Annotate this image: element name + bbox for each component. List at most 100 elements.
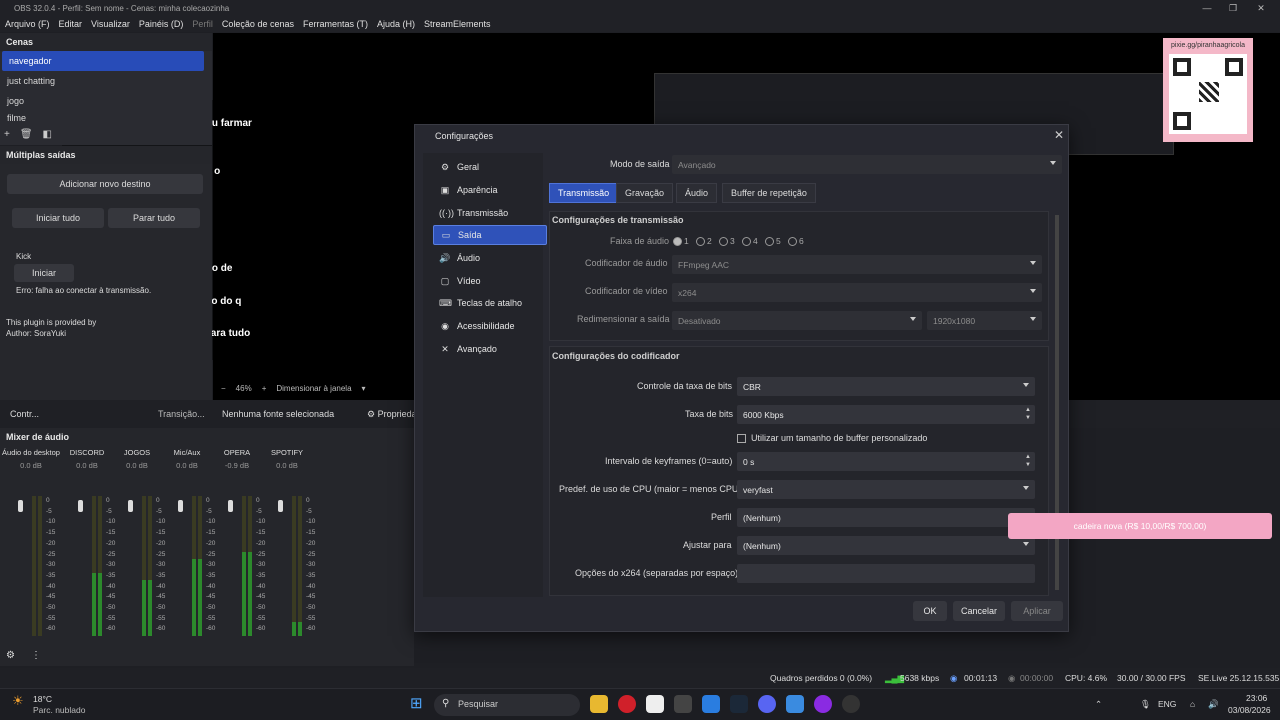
taskbar-search[interactable]: ⚲ Pesquisar xyxy=(434,694,580,716)
menu-streamelements[interactable]: StreamElements xyxy=(424,19,491,29)
tray-chevron-icon[interactable]: ⌃ xyxy=(1095,699,1102,710)
menu-help[interactable]: Ajuda (H) xyxy=(377,19,415,29)
rescale-select[interactable]: Desativado xyxy=(672,311,922,330)
volume-fader[interactable] xyxy=(78,500,83,512)
volume-fader[interactable] xyxy=(178,500,183,512)
clock-time[interactable]: 23:06 xyxy=(1246,693,1267,703)
x264-options-input[interactable] xyxy=(737,564,1035,583)
category-audio[interactable]: 🔊 Áudio xyxy=(433,248,547,268)
spinner-icon[interactable]: ▲ ▼ xyxy=(1025,406,1031,422)
notion-icon[interactable] xyxy=(646,695,664,713)
discord-icon[interactable] xyxy=(758,695,776,713)
close-icon[interactable]: ✕ xyxy=(1250,0,1272,16)
track-radio-6[interactable]: 6 xyxy=(788,236,804,246)
bitrate-input[interactable]: 6000 Kbps ▲ ▼ xyxy=(737,405,1035,424)
trash-icon[interactable]: 🗑 xyxy=(20,129,33,140)
category-hotkeys[interactable]: ⌨ Teclas de atalho xyxy=(433,293,547,313)
volume-fader[interactable] xyxy=(128,500,133,512)
cpu-preset-select[interactable]: veryfast xyxy=(737,480,1035,499)
start-all-button[interactable]: Iniciar tudo xyxy=(12,208,104,228)
start-kick-button[interactable]: Iniciar xyxy=(14,264,74,282)
chevron-down-icon[interactable]: ▾ xyxy=(362,384,366,393)
output-mode-select[interactable]: Avançado xyxy=(672,155,1062,174)
stop-all-button[interactable]: Parar tudo xyxy=(108,208,200,228)
tab-audio[interactable]: Áudio xyxy=(676,183,718,203)
transitions-tab[interactable]: Transição... xyxy=(158,409,205,419)
controls-tab[interactable]: Contr... xyxy=(10,409,39,419)
menu-docks[interactable]: Painéis (D) xyxy=(139,19,184,29)
more-options-icon[interactable]: ⋮ xyxy=(31,650,41,661)
add-destination-button[interactable]: Adicionar novo destino xyxy=(7,174,203,194)
minimize-icon[interactable]: — xyxy=(1196,0,1218,16)
track-radio-4[interactable]: 4 xyxy=(742,236,758,246)
rate-control-select[interactable]: CBR xyxy=(737,377,1035,396)
video-encoder-value: x264 xyxy=(678,287,697,298)
track-radio-1[interactable]: 1 xyxy=(673,236,689,246)
windows-start-icon[interactable]: ⊞ xyxy=(410,694,423,712)
language-indicator[interactable]: ENG xyxy=(1158,699,1176,709)
apply-button[interactable]: Aplicar xyxy=(1011,601,1063,621)
zoom-mode[interactable]: Dimensionar à janela xyxy=(276,384,351,393)
category-aparencia[interactable]: ▣ Aparência xyxy=(433,180,547,200)
scene-item-filme[interactable]: filme xyxy=(0,111,212,125)
video-encoder-select[interactable]: x264 xyxy=(672,283,1042,302)
filter-icon[interactable]: ◧ xyxy=(43,129,52,140)
track-radio-3[interactable]: 3 xyxy=(719,236,735,246)
steam-icon[interactable] xyxy=(730,695,748,713)
clock-date[interactable]: 03/08/2026 xyxy=(1228,705,1271,715)
category-video[interactable]: ▢ Vídeo xyxy=(433,271,547,291)
keyframe-input[interactable]: 0 s ▲ ▼ xyxy=(737,452,1035,471)
menu-edit[interactable]: Editar xyxy=(59,19,83,29)
audio-encoder-select[interactable]: FFmpeg AAC xyxy=(672,255,1042,274)
weather-desc[interactable]: Parc. nublado xyxy=(33,705,85,715)
obs-icon[interactable] xyxy=(842,695,860,713)
menu-profile[interactable]: Perfil xyxy=(192,19,213,29)
cancel-button[interactable]: Cancelar xyxy=(953,601,1005,621)
maximize-icon[interactable]: ❐ xyxy=(1222,0,1244,16)
category-accessibility[interactable]: ◉ Acessibilidade xyxy=(433,316,547,336)
menu-tools[interactable]: Ferramentas (T) xyxy=(303,19,368,29)
weather-temp[interactable]: 18°C xyxy=(33,694,52,704)
category-advanced[interactable]: ✕ Avançado xyxy=(433,339,547,359)
custom-buffer-checkbox[interactable]: Utilizar um tamanho de buffer personaliz… xyxy=(737,433,927,443)
add-icon[interactable]: + xyxy=(4,129,10,140)
tune-select[interactable]: (Nenhum) xyxy=(737,536,1035,555)
track-radio-2[interactable]: 2 xyxy=(696,236,712,246)
mic-icon[interactable]: 🎙 xyxy=(1140,699,1151,710)
menu-scene-collection[interactable]: Coleção de cenas xyxy=(222,19,294,29)
store-icon[interactable] xyxy=(702,695,720,713)
weather-icon[interactable]: ☀ xyxy=(12,693,24,709)
menu-view[interactable]: Visualizar xyxy=(91,19,130,29)
rescale-resolution-select[interactable]: 1920x1080 xyxy=(927,311,1042,330)
volume-fader[interactable] xyxy=(228,500,233,512)
volume-fader[interactable] xyxy=(18,500,23,512)
rate-control-value: CBR xyxy=(743,381,761,392)
category-saida[interactable]: ▭ Saída xyxy=(433,225,547,245)
menu-file[interactable]: Arquivo (F) xyxy=(5,19,50,29)
mixer-settings-icon[interactable]: ⚙ xyxy=(6,650,15,661)
calendar-icon[interactable] xyxy=(674,695,692,713)
scene-item-jogo[interactable]: jogo xyxy=(0,91,212,111)
track-radio-5[interactable]: 5 xyxy=(765,236,781,246)
dialog-close-icon[interactable]: ✕ xyxy=(1054,128,1064,142)
tab-transmissao[interactable]: Transmissão xyxy=(549,183,619,203)
zoom-out-icon[interactable]: − xyxy=(221,384,226,393)
category-transmissao[interactable]: ((·)) Transmissão xyxy=(433,203,547,223)
volume-fader[interactable] xyxy=(278,500,283,512)
profile-select[interactable]: (Nenhum) xyxy=(737,508,1035,527)
opera-icon[interactable] xyxy=(618,695,636,713)
category-geral[interactable]: ⚙ Geral xyxy=(433,157,547,177)
scene-item-navegador[interactable]: navegador xyxy=(2,51,204,71)
scene-item-just-chatting[interactable]: just chatting xyxy=(0,71,212,91)
app-icon[interactable] xyxy=(786,695,804,713)
file-explorer-icon[interactable] xyxy=(590,695,608,713)
zoom-in-icon[interactable]: + xyxy=(262,384,267,393)
tab-replay-buffer[interactable]: Buffer de repetição xyxy=(722,183,816,203)
level-meter xyxy=(142,496,146,636)
ok-button[interactable]: OK xyxy=(913,601,947,621)
spinner-icon[interactable]: ▲ ▼ xyxy=(1025,453,1031,469)
volume-icon[interactable]: 🔊 xyxy=(1208,699,1219,710)
network-icon[interactable]: ⌂ xyxy=(1190,699,1195,709)
tab-gravacao[interactable]: Gravação xyxy=(616,183,674,203)
twitch-icon[interactable] xyxy=(814,695,832,713)
